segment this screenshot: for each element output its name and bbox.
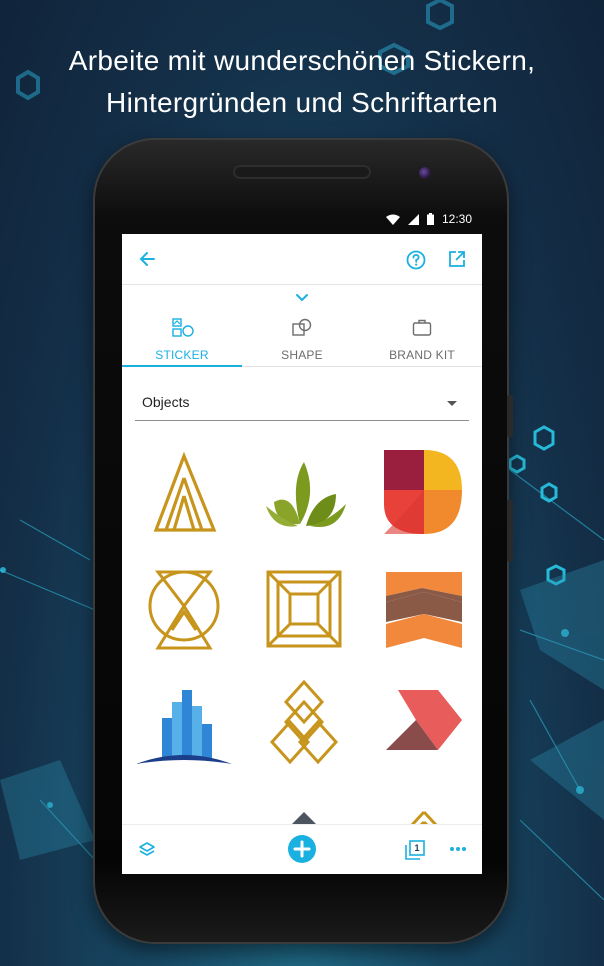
add-circle-icon[interactable] xyxy=(288,835,316,863)
volume-button xyxy=(507,395,513,437)
chevron-stripes-logo xyxy=(386,572,462,648)
chevron-down-icon[interactable] xyxy=(295,293,309,302)
sticker-diamond-chain-logo[interactable] xyxy=(242,670,362,796)
sticker-leaf-partial-logo[interactable] xyxy=(122,788,242,829)
petal-logo xyxy=(384,450,462,534)
phone-speaker xyxy=(233,165,371,179)
headline-line-1: Arbeite mit wunderschönen Stickern, xyxy=(68,45,536,76)
tab-bar: STICKER SHAPE BRAND KIT xyxy=(122,312,482,367)
active-tab-indicator xyxy=(122,365,242,367)
more-horizontal-icon[interactable] xyxy=(450,847,466,851)
leaves-logo xyxy=(266,462,346,528)
sticker-petal-logo[interactable] xyxy=(362,434,482,560)
open-external-icon[interactable] xyxy=(448,250,466,268)
status-time: 12:30 xyxy=(441,212,472,226)
sticker-arrow-ribbon-logo[interactable] xyxy=(362,670,482,796)
wifi-icon xyxy=(385,214,400,225)
tab-shape-label: SHAPE xyxy=(281,348,323,362)
category-select[interactable]: Objects xyxy=(135,386,469,421)
power-button xyxy=(507,500,513,562)
bottom-toolbar: 1 xyxy=(122,824,482,874)
tab-shape[interactable]: SHAPE xyxy=(242,312,362,366)
dropdown-arrow-icon xyxy=(447,401,457,406)
help-circle-icon[interactable] xyxy=(406,250,426,270)
tab-brand-kit-label: BRAND KIT xyxy=(389,348,455,362)
layers-icon[interactable] xyxy=(138,841,156,859)
arrow-left-icon[interactable] xyxy=(138,250,156,268)
arrow-ribbon-logo xyxy=(386,690,462,750)
sticker-skyline-logo[interactable] xyxy=(122,670,242,796)
triangle-logo xyxy=(153,451,217,532)
front-camera xyxy=(419,167,431,179)
skyline-logo xyxy=(136,690,232,764)
signal-icon xyxy=(407,213,419,225)
sticker-hourglass-circle-logo[interactable] xyxy=(122,552,242,678)
page-count: 1 xyxy=(414,843,420,853)
sticker-triangle-logo[interactable] xyxy=(122,434,242,560)
nested-squares-logo xyxy=(266,570,342,648)
tab-sticker-label: STICKER xyxy=(155,348,209,362)
tab-brand-kit[interactable]: BRAND KIT xyxy=(362,312,482,366)
status-bar: 12:30 xyxy=(122,208,482,232)
sticker-chevron-stripes-logo[interactable] xyxy=(362,552,482,678)
sticker-leaves-logo[interactable] xyxy=(242,434,362,560)
sticker-triangle-partial-logo[interactable] xyxy=(362,788,482,829)
battery-icon xyxy=(426,213,434,225)
diamond-chain-logo xyxy=(269,680,339,765)
headline: Arbeite mit wunderschönen Stickern, Hint… xyxy=(0,40,604,124)
tab-sticker[interactable]: STICKER xyxy=(122,312,242,367)
category-select-value: Objects xyxy=(142,394,190,410)
shape-icon xyxy=(292,318,312,336)
app-bar xyxy=(122,234,482,285)
sticker-nested-squares-logo[interactable] xyxy=(242,552,362,678)
app-screen: STICKER SHAPE BRAND KIT Objects 1 xyxy=(122,234,482,874)
pages-button[interactable]: 1 xyxy=(404,839,426,861)
hourglass-circle-logo xyxy=(148,570,220,650)
briefcase-icon xyxy=(412,319,432,336)
sticker-icon xyxy=(172,318,194,337)
sticker-roof-partial-logo[interactable] xyxy=(242,788,362,829)
headline-line-2: Hintergründen und Schriftarten xyxy=(106,87,498,118)
sticker-grid xyxy=(122,434,482,829)
